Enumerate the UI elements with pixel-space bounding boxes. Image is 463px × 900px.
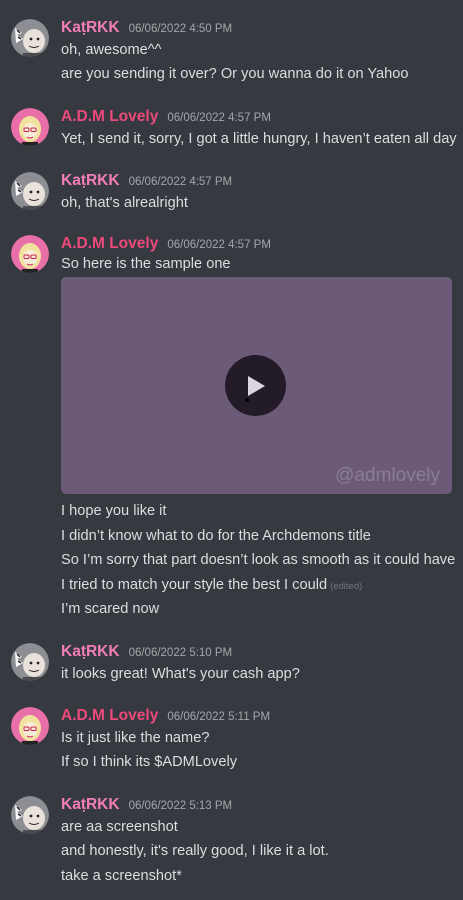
message-header: KaṭRKK 06/06/2022 4:57 PM [61, 172, 232, 192]
timestamp: 06/06/2022 5:11 PM [167, 711, 271, 723]
avatar-katrkk[interactable] [11, 172, 49, 210]
timestamp: 06/06/2022 4:57 PM [167, 112, 271, 124]
timestamp: 06/06/2022 4:50 PM [128, 23, 233, 35]
message-text-content: I tried to match your style the best I c… [61, 577, 328, 593]
timestamp: 06/06/2022 5:13 PM [128, 800, 233, 812]
timestamp: 06/06/2022 5:10 PM [128, 647, 233, 659]
username[interactable]: KaṭRKK [61, 796, 120, 814]
message-text: I’m scared now [61, 601, 160, 617]
timestamp: 06/06/2022 4:57 PM [167, 239, 271, 251]
message-text: and honestly, it's really good, I like i… [61, 843, 329, 859]
message-header: KaṭRKK 06/06/2022 4:50 PM [61, 19, 232, 39]
message-text: So here is the sample one [61, 256, 231, 272]
message-header: KaṭRKK 06/06/2022 5:13 PM [61, 796, 232, 816]
timestamp: 06/06/2022 4:57 PM [128, 176, 233, 188]
message-text: I hope you like it [61, 503, 167, 519]
message-text: oh, awesome^^ [61, 42, 162, 58]
avatar-adm-lovely[interactable] [11, 108, 49, 146]
message-text: I didn’t know what to do for the Archdem… [61, 528, 371, 544]
username[interactable]: KaṭRKK [61, 19, 120, 37]
message-text: Yet, I send it, sorry, I got a little hu… [61, 131, 457, 147]
edited-label: (edited) [330, 581, 363, 592]
avatar-katrkk[interactable] [11, 796, 49, 834]
username[interactable]: KaṭRKK [61, 643, 120, 661]
message-text: take a screenshot* [61, 868, 182, 884]
message-text: are aa screenshot [61, 819, 178, 835]
play-button[interactable] [225, 355, 286, 416]
message-text: it looks great! What's your cash app? [61, 666, 300, 682]
username[interactable]: KaṭRKK [61, 172, 120, 190]
avatar-katrkk[interactable] [11, 19, 49, 57]
avatar-adm-lovely[interactable] [11, 235, 49, 273]
video-watermark: @admlovely [335, 465, 440, 486]
message-header: A.D.M Lovely 06/06/2022 4:57 PM [61, 235, 271, 255]
message-text: oh, that's alrealright [61, 195, 188, 211]
username[interactable]: A.D.M Lovely [61, 235, 158, 253]
message-text: So I’m sorry that part doesn’t look as s… [61, 552, 456, 568]
message-header: A.D.M Lovely 06/06/2022 4:57 PM [61, 108, 271, 128]
message-text: Is it just like the name? [61, 730, 210, 746]
username[interactable]: A.D.M Lovely [61, 108, 158, 126]
message-text: If so I think its $ADMLovely [61, 754, 238, 770]
video-attachment[interactable]: @admlovely [61, 277, 452, 494]
message-header: KaṭRKK 06/06/2022 5:10 PM [61, 643, 232, 663]
message-text: are you sending it over? Or you wanna do… [61, 66, 409, 82]
avatar-katrkk[interactable] [11, 643, 49, 681]
chat-messages: KaṭRKK 06/06/2022 4:50 PM oh, awesome^^ … [0, 0, 463, 900]
message-header: A.D.M Lovely 06/06/2022 5:11 PM [61, 707, 270, 727]
message-text: I tried to match your style the best I c… [61, 574, 362, 596]
avatar-adm-lovely[interactable] [11, 707, 49, 745]
username[interactable]: A.D.M Lovely [61, 707, 158, 725]
play-icon [247, 375, 265, 396]
